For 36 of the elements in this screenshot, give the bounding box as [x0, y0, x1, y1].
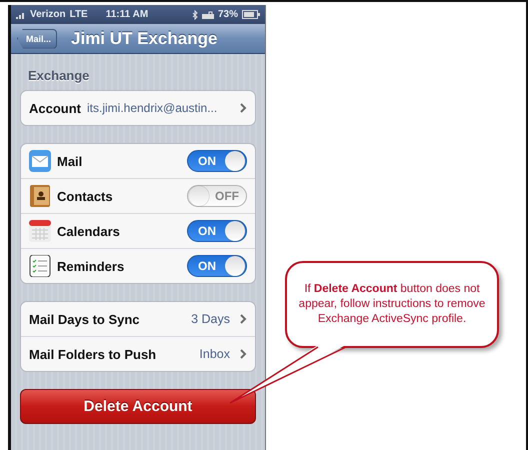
- battery-percent: 73%: [218, 9, 238, 20]
- chevron-icon: [240, 349, 247, 359]
- address-book-icon: [29, 185, 51, 207]
- delete-account-button[interactable]: Delete Account: [20, 389, 256, 424]
- row-label: Mail Days to Sync: [29, 312, 140, 326]
- back-button[interactable]: Mail...: [17, 28, 58, 48]
- section-header: Exchange: [27, 68, 90, 85]
- calendar-icon: [29, 220, 51, 242]
- callout-text: If Delete Account button does not appear, follow instructions to remove Exchange ActiveSync profile.: [298, 282, 486, 327]
- row-value: 3 Days: [191, 312, 230, 326]
- row-label: Mail Folders to Push: [29, 346, 156, 362]
- checklist-icon: [29, 255, 51, 277]
- row-label: Mail: [57, 154, 82, 168]
- bluetooth-icon: [192, 10, 198, 20]
- account-row[interactable]: Account its.jimi.hendrix@austin...: [21, 91, 255, 125]
- settings-row[interactable]: Mail Days to Sync 3 Days: [21, 302, 255, 336]
- clock-time: 11:11 AM: [106, 9, 148, 20]
- signal-icon: [16, 10, 26, 18]
- account-email: its.jimi.hendrix@austin...: [87, 101, 218, 115]
- network-type: LTE: [70, 9, 88, 20]
- toggle-switch[interactable]: OFF: [187, 185, 247, 207]
- toggle-switch[interactable]: ON: [187, 220, 247, 242]
- battery-icon: [242, 10, 260, 19]
- row-label: Calendars: [57, 224, 120, 238]
- envelope-icon: [29, 150, 51, 172]
- row-label: Contacts: [57, 188, 113, 204]
- row-value: Inbox: [199, 347, 230, 361]
- row-label: Reminders: [57, 258, 124, 274]
- settings-row[interactable]: Mail Folders to Push Inbox: [21, 336, 255, 371]
- toggle-switch[interactable]: ON: [187, 255, 247, 277]
- chevron-icon: [240, 103, 247, 113]
- carrier-name: Verizon: [30, 9, 66, 20]
- row-label: Account: [29, 100, 81, 116]
- screen-title: Jimi UT Exchange: [71, 28, 218, 48]
- chevron-icon: [240, 314, 247, 324]
- toggle-switch[interactable]: ON: [187, 150, 247, 172]
